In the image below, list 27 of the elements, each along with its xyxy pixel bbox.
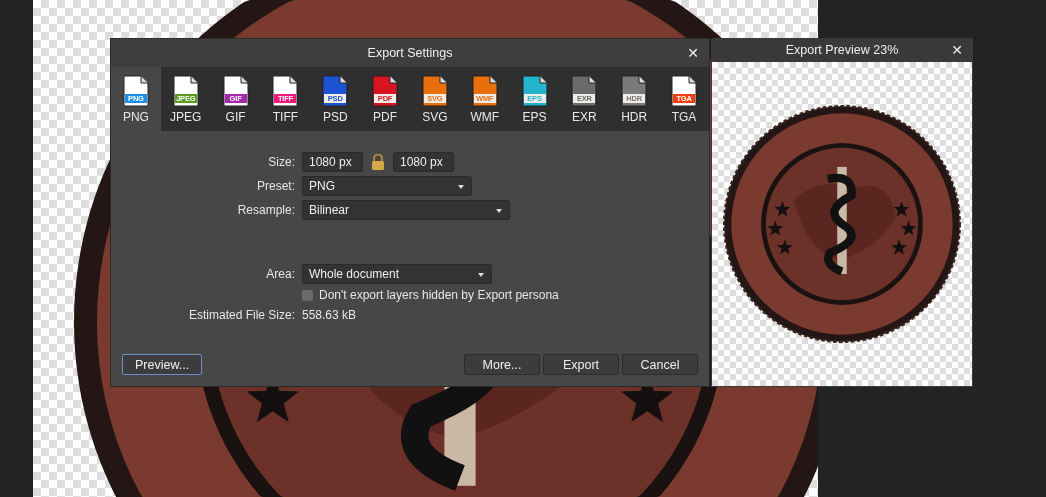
- height-field[interactable]: 1080 px: [393, 152, 454, 172]
- preset-dropdown[interactable]: PNG: [302, 176, 472, 196]
- star-icon: [767, 220, 784, 236]
- file-size-value: 558.63 kB: [302, 308, 357, 322]
- close-button[interactable]: ✕: [685, 45, 701, 61]
- star-icon: [774, 201, 791, 217]
- export-button[interactable]: Export: [543, 354, 619, 375]
- star-icon: [893, 201, 910, 217]
- star-icon: [776, 239, 793, 255]
- star-icon: [900, 220, 917, 236]
- field-label: Size:: [268, 155, 295, 169]
- preview-button[interactable]: Preview...: [122, 354, 203, 375]
- width-field[interactable]: 1080 px: [302, 152, 363, 172]
- window-title: Export Preview 23%: [785, 43, 899, 57]
- field-label: Area:: [266, 267, 295, 281]
- cancel-button[interactable]: Cancel: [622, 354, 698, 375]
- more-button[interactable]: More...: [464, 354, 540, 375]
- field-label: Preset:: [257, 179, 295, 193]
- dialog-title: Export Settings: [367, 46, 453, 60]
- field-label: Estimated File Size:: [188, 308, 295, 322]
- area-dropdown[interactable]: Whole document: [302, 264, 492, 284]
- close-button[interactable]: ✕: [949, 42, 965, 58]
- resample-dropdown[interactable]: Bilinear: [302, 200, 510, 220]
- field-label: Resample:: [237, 203, 295, 217]
- star-icon: [891, 239, 908, 255]
- checkbox[interactable]: [302, 289, 313, 301]
- checkbox-label[interactable]: Don't export layers hidden by Export persona: [319, 288, 559, 302]
